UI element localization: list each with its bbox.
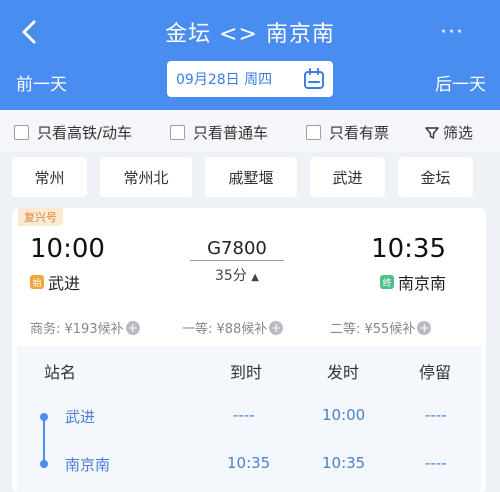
col-depart: 发时: [327, 363, 360, 382]
top-bar: 金坛 <> 南京南 ··· 前一天 09月28日 周四 后一天: [0, 0, 500, 110]
add-waitlist-icon[interactable]: +: [269, 320, 284, 335]
seat-second-label: 二等: ¥55候补: [330, 322, 416, 337]
more-icon[interactable]: ···: [440, 20, 464, 45]
seat-first-label: 一等: ¥88候补: [182, 322, 268, 337]
add-waitlist-icon[interactable]: +: [125, 320, 140, 335]
prev-day-button[interactable]: 前一天: [16, 70, 67, 95]
filter-bar: 只看高铁/动车 只看普通车 只看有票 筛选: [0, 110, 500, 152]
duration-toggle[interactable]: 35分 ▲: [187, 265, 287, 285]
high-speed-label: 只看高铁/动车: [37, 124, 133, 142]
caret-up-icon: ▲: [251, 272, 259, 283]
end-tag-icon: 终: [379, 275, 394, 289]
filter-high-speed[interactable]: 只看高铁/动车: [14, 122, 132, 143]
train-card[interactable]: 复兴号 10:00 G7800 35分 ▲ 10:35 始 武进 终 南京南 商…: [12, 208, 486, 492]
has-ticket-checkbox[interactable]: [306, 125, 321, 140]
row-station: 南京南: [65, 456, 111, 474]
back-arrow-icon[interactable]: [18, 18, 42, 46]
date-picker[interactable]: 09月28日 周四: [167, 61, 333, 97]
arrival-station-name: 南京南: [397, 274, 446, 293]
station-chip[interactable]: 常州: [12, 157, 87, 197]
table-row: 武进 ---- 10:00 ----: [17, 406, 481, 442]
calendar-icon: [304, 68, 324, 89]
normal-label: 只看普通车: [193, 124, 269, 142]
add-waitlist-icon[interactable]: +: [417, 320, 432, 335]
departure-time: 10:00: [30, 234, 105, 264]
seat-business[interactable]: 商务: ¥193候补 +: [30, 318, 140, 337]
duration-label: 35分: [215, 268, 247, 284]
row-depart: 10:00: [322, 406, 366, 424]
row-station: 武进: [65, 408, 96, 426]
schedule-header: 站名 到时 发时 停留: [17, 346, 481, 392]
normal-checkbox[interactable]: [170, 125, 185, 140]
start-tag-icon: 始: [30, 275, 44, 289]
station-chip[interactable]: 戚墅堰: [205, 157, 297, 197]
row-depart: 10:35: [322, 454, 366, 472]
train-divider: [190, 260, 284, 261]
seat-first-class[interactable]: 一等: ¥88候补 +: [182, 318, 284, 337]
row-arrive: ----: [233, 406, 255, 424]
seat-second-class[interactable]: 二等: ¥55候补 +: [330, 318, 432, 337]
date-label: 09月28日 周四: [176, 72, 273, 88]
station-selector: 常州 常州北 戚墅堰 武进 金坛: [0, 152, 500, 204]
high-speed-checkbox[interactable]: [14, 125, 29, 140]
row-arrive: 10:35: [227, 454, 271, 472]
filter-label: 筛选: [443, 124, 474, 142]
fuxing-badge: 复兴号: [18, 208, 63, 226]
has-ticket-label: 只看有票: [329, 124, 390, 142]
departure-station: 始 武进: [30, 270, 80, 294]
departure-station-name: 武进: [48, 274, 81, 293]
row-stop: ----: [425, 454, 447, 472]
arrival-station: 终 南京南: [379, 270, 446, 294]
filter-button[interactable]: 筛选: [424, 122, 473, 143]
filter-normal[interactable]: 只看普通车: [170, 122, 268, 143]
station-chip[interactable]: 金坛: [398, 157, 473, 197]
filter-has-ticket[interactable]: 只看有票: [306, 122, 389, 143]
stop-schedule: 站名 到时 发时 停留 武进 ---- 10:00 ---- 南京南 10:35…: [17, 346, 481, 492]
seat-business-label: 商务: ¥193候补: [30, 322, 124, 337]
funnel-icon: [425, 126, 439, 139]
arrival-time: 10:35: [371, 234, 446, 264]
row-stop: ----: [425, 406, 447, 424]
route-title: 金坛 <> 南京南: [165, 22, 335, 47]
col-stop: 停留: [419, 363, 452, 382]
next-day-button[interactable]: 后一天: [435, 70, 486, 95]
train-number: G7800: [207, 238, 267, 259]
col-arrive: 到时: [230, 363, 263, 382]
col-station: 站名: [44, 363, 77, 382]
station-chip[interactable]: 武进: [310, 157, 385, 197]
station-chip[interactable]: 常州北: [100, 157, 192, 197]
table-row: 南京南 10:35 10:35 ----: [17, 454, 481, 490]
